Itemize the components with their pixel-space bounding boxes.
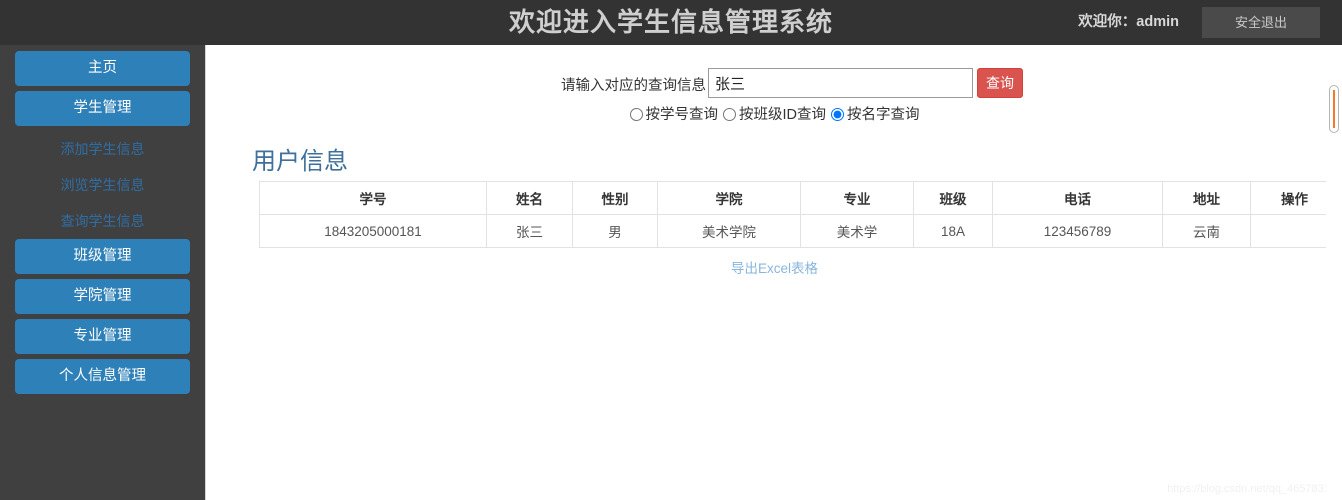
table-row: 1843205000181 张三 男 美术学院 美术学 18A 12345678… — [259, 214, 1339, 248]
search-input[interactable] — [708, 68, 973, 98]
radio-input-by-class-id[interactable] — [723, 108, 736, 121]
section-title: 用户信息 — [252, 148, 348, 175]
cell-gender: 男 — [572, 214, 658, 248]
scrollbar-progress-indicator — [1333, 90, 1335, 128]
page-scrollbar-thumb[interactable] — [1329, 85, 1339, 133]
cell-phone: 123456789 — [992, 214, 1163, 248]
search-bar: 请输入对应的查询信息 查询 — [207, 68, 1342, 100]
column-header-class: 班级 — [913, 181, 993, 215]
search-button[interactable]: 查询 — [977, 68, 1023, 98]
cell-major: 美术学 — [800, 214, 914, 248]
top-header-bar: 欢迎进入学生信息管理系统 欢迎你：admin 安全退出 — [0, 0, 1342, 45]
sidebar-subitem-add-student[interactable]: 添加学生信息 — [15, 131, 190, 167]
column-header-student-id: 学号 — [259, 181, 487, 215]
cell-student-id: 1843205000181 — [259, 214, 487, 248]
column-header-phone: 电话 — [992, 181, 1163, 215]
column-header-major: 专业 — [800, 181, 914, 215]
cell-college: 美术学院 — [657, 214, 801, 248]
column-header-address: 地址 — [1162, 181, 1251, 215]
sidebar-item-major-management[interactable]: 专业管理 — [15, 319, 190, 354]
column-header-college: 学院 — [657, 181, 801, 215]
cell-class: 18A — [913, 214, 993, 248]
sidebar-item-class-management[interactable]: 班级管理 — [15, 239, 190, 274]
radio-input-by-student-id[interactable] — [629, 108, 643, 121]
sidebar: 主页 学生管理 添加学生信息 浏览学生信息 查询学生信息 班级管理 学院管理 专… — [0, 45, 206, 500]
sidebar-item-student-management[interactable]: 学生管理 — [15, 91, 190, 126]
radio-option-by-class-id[interactable]: 按班级ID查询 — [723, 107, 826, 123]
sidebar-item-college-management[interactable]: 学院管理 — [15, 279, 190, 314]
cell-name: 张三 — [486, 214, 573, 248]
main-content: 请输入对应的查询信息 查询 按学号查询 按班级ID查询 按名字查询 用户信息 学号 … — [207, 45, 1342, 500]
radio-option-by-name[interactable]: 按名字查询 — [831, 107, 920, 123]
radio-input-by-name[interactable] — [831, 108, 844, 121]
cell-address: 云南 — [1162, 214, 1251, 248]
radio-option-by-student-id[interactable]: 按学号查询 — [629, 107, 719, 123]
welcome-user-label: 欢迎你：admin — [1078, 14, 1179, 30]
sidebar-item-home[interactable]: 主页 — [15, 51, 190, 86]
watermark-text: https://blog.csdn.net/qq_46578318 — [1167, 483, 1336, 495]
export-excel-link[interactable]: 导出Excel表格 — [207, 257, 1342, 277]
radio-label-by-class-id: 按班级ID查询 — [739, 107, 826, 123]
sidebar-subitem-browse-student[interactable]: 浏览学生信息 — [15, 167, 190, 203]
radio-label-by-name: 按名字查询 — [847, 107, 920, 123]
column-header-name: 姓名 — [486, 181, 573, 215]
sidebar-item-profile-management[interactable]: 个人信息管理 — [15, 359, 190, 394]
sidebar-subitem-query-student[interactable]: 查询学生信息 — [15, 203, 190, 239]
column-header-gender: 性别 — [572, 181, 658, 215]
radio-label-by-student-id: 按学号查询 — [645, 107, 719, 123]
user-info-table: 学号 姓名 性别 学院 专业 班级 电话 地址 操作 1843205000181… — [259, 181, 1339, 248]
search-mode-radio-group: 按学号查询 按班级ID查询 按名字查询 — [207, 103, 1342, 124]
page-scrollbar-track[interactable] — [1326, 45, 1342, 500]
logout-button[interactable]: 安全退出 — [1202, 7, 1320, 38]
table-header-row: 学号 姓名 性别 学院 专业 班级 电话 地址 操作 — [259, 181, 1339, 215]
search-label: 请输入对应的查询信息 — [561, 78, 706, 94]
